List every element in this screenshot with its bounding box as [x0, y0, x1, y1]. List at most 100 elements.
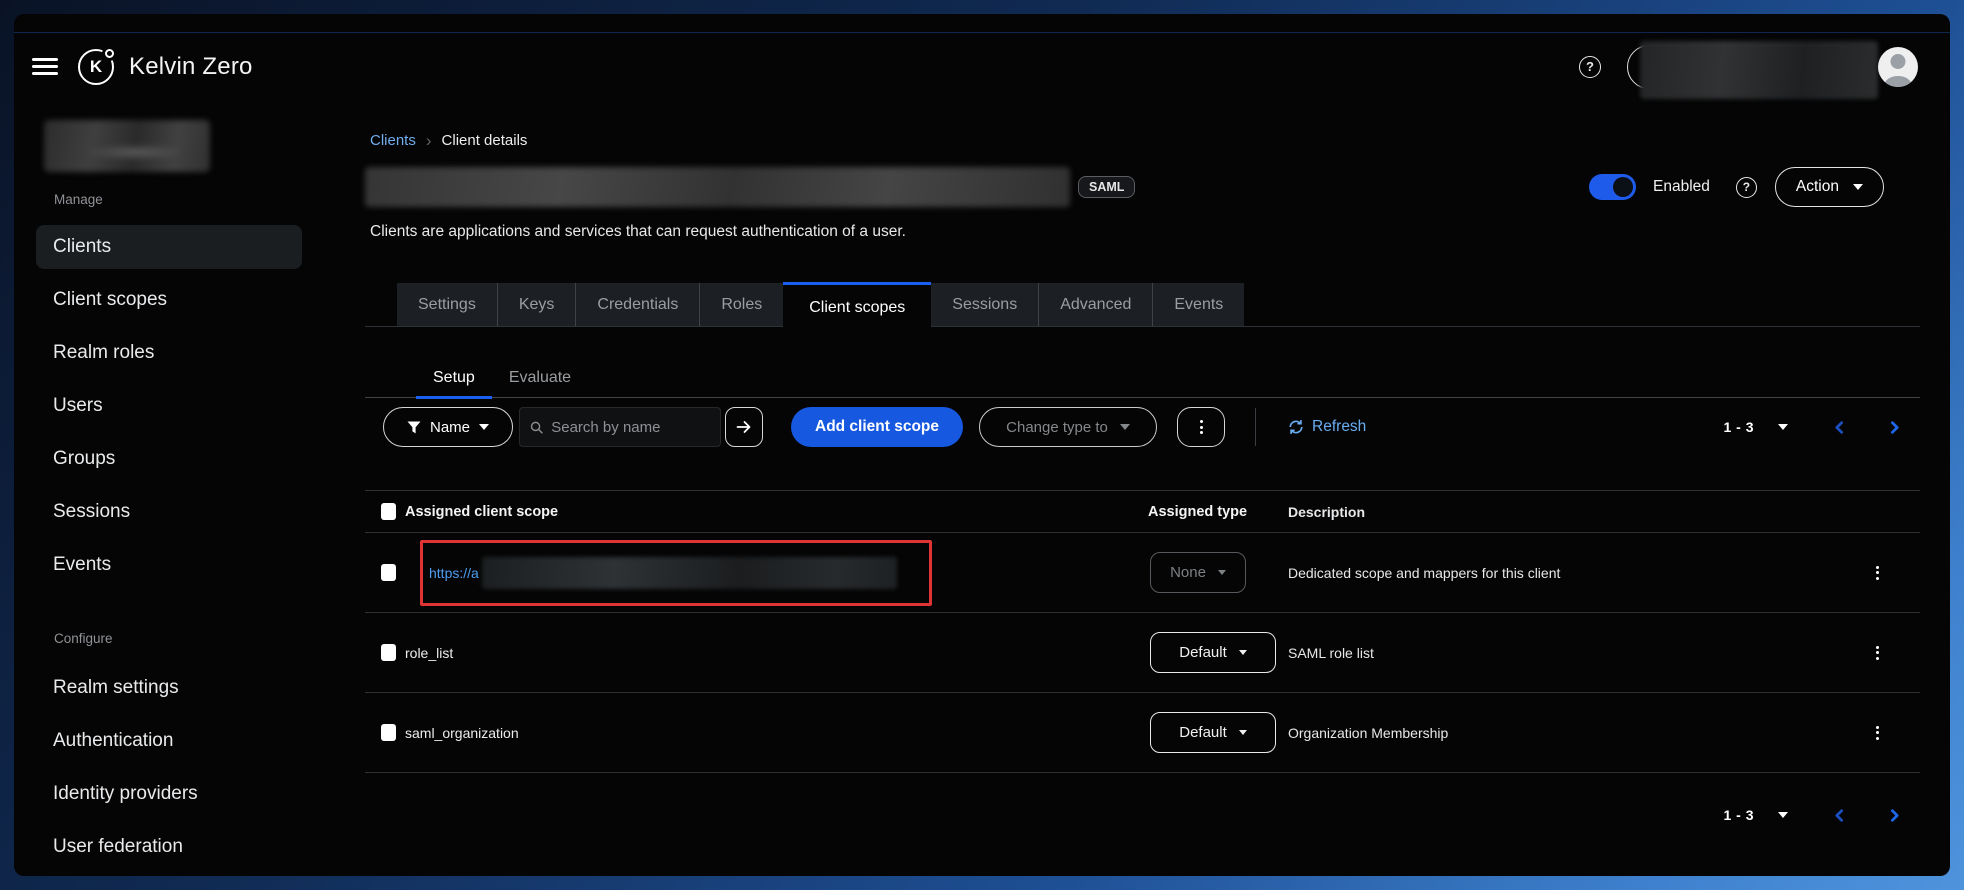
prev-page-button[interactable] — [1832, 420, 1847, 435]
sidebar: Manage Clients Client scopes Realm roles… — [14, 100, 334, 876]
kebab-icon — [1200, 420, 1203, 434]
add-client-scope-button[interactable]: Add client scope — [791, 407, 963, 447]
action-label: Action — [1796, 178, 1839, 196]
table-row: saml_organization Default Organization M… — [365, 693, 1920, 773]
action-dropdown[interactable]: Action — [1775, 167, 1884, 207]
page-header-actions: Enabled ? Action — [1589, 167, 1884, 207]
toggle-knob — [1613, 177, 1633, 197]
client-scope-name: role_list — [405, 645, 453, 661]
pagination-dropdown-icon[interactable] — [1778, 812, 1788, 818]
user-menu[interactable] — [1627, 45, 1863, 89]
redacted-scope-name — [482, 557, 897, 589]
avatar[interactable] — [1878, 47, 1918, 87]
subtab-evaluate[interactable]: Evaluate — [492, 359, 588, 397]
toolbar-divider — [1255, 408, 1256, 446]
assigned-type-value: Default — [1179, 724, 1227, 741]
toolbar-kebab-button[interactable] — [1177, 407, 1225, 447]
next-page-button[interactable] — [1887, 808, 1902, 823]
scope-description: Dedicated scope and mappers for this cli… — [1286, 565, 1858, 581]
subtab-bar: Setup Evaluate — [365, 359, 1920, 398]
pagination-dropdown-icon[interactable] — [1778, 424, 1788, 430]
column-assigned-client-scope: Assigned client scope — [405, 504, 558, 520]
help-icon[interactable]: ? — [1579, 56, 1601, 78]
assigned-type-dropdown[interactable]: Default — [1150, 632, 1276, 673]
brand-title: Kelvin Zero — [129, 53, 253, 81]
sidebar-item-sessions[interactable]: Sessions — [36, 490, 302, 534]
tab-bar: Settings Keys Credentials Roles Client s… — [365, 282, 1920, 327]
change-type-dropdown[interactable]: Change type to — [979, 407, 1157, 447]
tab-roles[interactable]: Roles — [699, 283, 783, 326]
scope-description: SAML role list — [1286, 645, 1858, 661]
tab-events[interactable]: Events — [1152, 283, 1244, 326]
sidebar-item-realm-roles[interactable]: Realm roles — [36, 331, 302, 375]
page-description: Clients are applications and services th… — [365, 222, 1920, 242]
menu-toggle-icon[interactable] — [32, 58, 58, 75]
client-scope-name: saml_organization — [405, 725, 519, 741]
tab-keys[interactable]: Keys — [497, 283, 576, 326]
sidebar-item-users[interactable]: Users — [36, 384, 302, 428]
search-type-dropdown[interactable]: Name — [383, 407, 513, 447]
refresh-link[interactable]: Refresh — [1288, 418, 1366, 436]
sidebar-item-client-scopes[interactable]: Client scopes — [36, 278, 302, 322]
chevron-down-icon — [1239, 650, 1247, 655]
enabled-toggle[interactable] — [1589, 174, 1636, 200]
arrow-right-icon — [736, 420, 752, 434]
kelvin-zero-logo-icon: K — [78, 49, 114, 85]
table-row: role_list Default SAML role list — [365, 613, 1920, 693]
masthead: K Kelvin Zero ? — [14, 33, 1950, 100]
column-assigned-type: Assigned type — [1148, 504, 1247, 520]
column-description: Description — [1288, 504, 1365, 520]
redacted-realm-selector[interactable] — [44, 120, 210, 172]
masthead-right: ? — [1579, 45, 1920, 89]
search-input[interactable] — [551, 419, 710, 436]
assigned-type-dropdown[interactable]: Default — [1150, 712, 1276, 753]
subtab-setup[interactable]: Setup — [416, 359, 492, 399]
protocol-badge: SAML — [1078, 176, 1135, 198]
scope-description: Organization Membership — [1286, 725, 1858, 741]
table-row: https://a None Dedicated scope and mappe… — [365, 533, 1920, 613]
tab-client-scopes[interactable]: Client scopes — [783, 282, 931, 330]
sidebar-item-user-federation[interactable]: User federation — [36, 825, 302, 869]
sidebar-item-groups[interactable]: Groups — [36, 437, 302, 481]
row-checkbox[interactable] — [381, 564, 396, 581]
select-all-checkbox[interactable] — [381, 503, 396, 520]
pagination-range: 1 - 3 — [1723, 419, 1754, 435]
chevron-down-icon — [1239, 730, 1247, 735]
tab-advanced[interactable]: Advanced — [1038, 283, 1152, 326]
tab-sessions[interactable]: Sessions — [931, 283, 1038, 326]
page-title: SAML — [365, 167, 1135, 207]
assigned-type-value: Default — [1179, 644, 1227, 661]
page-header: SAML Enabled ? Action — [365, 166, 1920, 208]
chevron-down-icon — [1120, 424, 1130, 430]
refresh-icon — [1288, 419, 1304, 435]
pagination-range: 1 - 3 — [1723, 807, 1754, 823]
chevron-down-icon — [1218, 570, 1226, 575]
chevron-down-icon — [1853, 184, 1863, 190]
tab-settings[interactable]: Settings — [397, 283, 497, 326]
sidebar-item-authentication[interactable]: Authentication — [36, 719, 302, 763]
redacted-client-name — [365, 167, 1070, 207]
row-checkbox[interactable] — [381, 724, 396, 741]
breadcrumb-clients-link[interactable]: Clients — [370, 132, 416, 150]
enabled-help-icon[interactable]: ? — [1736, 177, 1757, 198]
search-icon — [530, 420, 543, 435]
row-kebab-icon[interactable] — [1870, 640, 1885, 666]
row-kebab-icon[interactable] — [1870, 720, 1885, 746]
filter-icon — [407, 421, 421, 434]
row-checkbox[interactable] — [381, 644, 396, 661]
sidebar-item-identity-providers[interactable]: Identity providers — [36, 772, 302, 816]
main-content: Clients › Client details SAML Enabled ? … — [334, 100, 1950, 876]
prev-page-button[interactable] — [1832, 808, 1847, 823]
client-scope-link[interactable]: https://a — [429, 565, 479, 581]
search-submit-button[interactable] — [725, 407, 763, 447]
tab-credentials[interactable]: Credentials — [575, 283, 699, 326]
sidebar-item-realm-settings[interactable]: Realm settings — [36, 666, 302, 710]
row-kebab-icon[interactable] — [1870, 560, 1885, 586]
next-page-button[interactable] — [1887, 420, 1902, 435]
enabled-label: Enabled — [1653, 178, 1710, 196]
sidebar-item-events[interactable]: Events — [36, 543, 302, 587]
search-type-label: Name — [430, 419, 470, 436]
logo-letter: K — [90, 57, 102, 77]
sidebar-item-clients[interactable]: Clients — [36, 225, 302, 269]
sidebar-section-configure: Configure — [54, 631, 334, 646]
